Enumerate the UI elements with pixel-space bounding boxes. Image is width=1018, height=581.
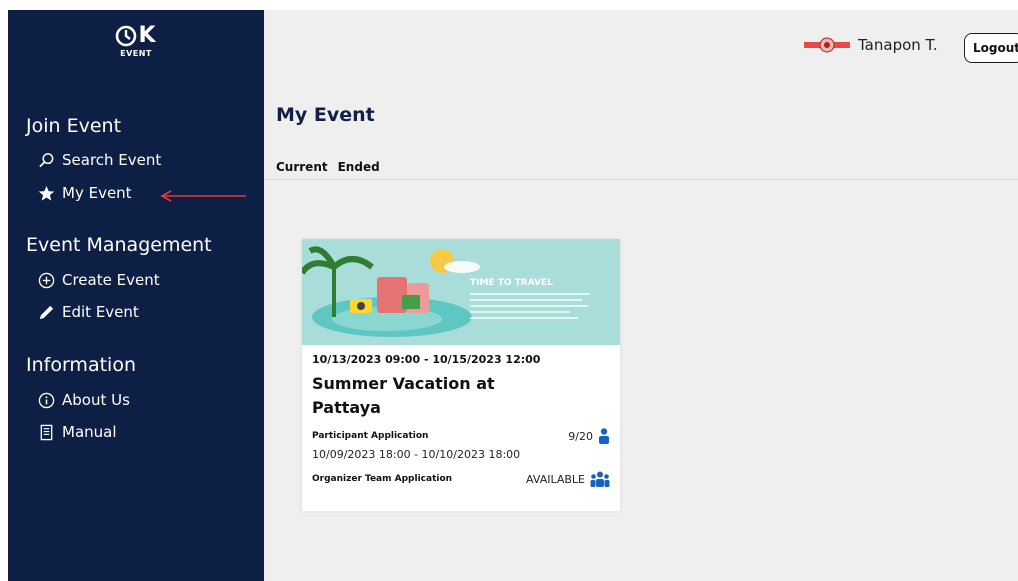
avatar xyxy=(804,37,850,53)
event-title[interactable]: Summer Vacation at Pattaya xyxy=(312,372,522,420)
page-title: My Event xyxy=(276,104,375,126)
star-icon xyxy=(38,185,55,201)
participant-count: 9/20 xyxy=(568,429,593,443)
document-icon xyxy=(40,424,53,440)
clock-logo-icon xyxy=(116,25,137,47)
sidebar-item-my-event[interactable]: My Event xyxy=(38,184,132,202)
main-content: Tanapon T. Logout My Event Current Ended xyxy=(264,10,1018,581)
tab-current[interactable]: Current xyxy=(276,160,328,174)
brand-sub: EVENT xyxy=(120,49,152,58)
sidebar-item-label: Create Event xyxy=(62,271,160,289)
logout-button[interactable]: Logout xyxy=(964,33,1018,63)
sidebar-item-manual[interactable]: Manual xyxy=(38,423,117,441)
brand-logo[interactable]: K EVENT xyxy=(8,24,264,58)
annotation-arrow-icon xyxy=(160,190,246,202)
section-event-management: Event Management xyxy=(26,234,212,256)
plus-circle-icon xyxy=(38,272,55,288)
sidebar-item-create-event[interactable]: Create Event xyxy=(38,271,160,289)
event-dates: 10/13/2023 09:00 - 10/15/2023 12:00 xyxy=(312,353,541,366)
sidebar: K EVENT Join Event Search Event My Event… xyxy=(8,10,264,581)
organizer-status-badge: AVAILABLE xyxy=(526,471,610,487)
participant-dates: 10/09/2023 18:00 - 10/10/2023 18:00 xyxy=(312,448,521,461)
sidebar-item-label: Manual xyxy=(62,423,117,441)
avatar-icon xyxy=(804,37,850,53)
sidebar-item-about-us[interactable]: About Us xyxy=(38,391,130,409)
sidebar-item-label: Search Event xyxy=(62,151,162,169)
section-information: Information xyxy=(26,354,136,376)
tab-ended[interactable]: Ended xyxy=(338,160,380,174)
app-frame: K EVENT Join Event Search Event My Event… xyxy=(8,10,1018,581)
user-name: Tanapon T. xyxy=(858,36,938,54)
organizer-label: Organizer Team Application xyxy=(312,474,453,484)
event-card[interactable]: TIME TO TRAVEL 10/13/2023 09:00 - 10/15/… xyxy=(302,239,620,511)
organizer-status: AVAILABLE xyxy=(526,472,585,486)
sidebar-item-edit-event[interactable]: Edit Event xyxy=(38,303,139,321)
sidebar-item-search-event[interactable]: Search Event xyxy=(38,151,161,169)
user-menu[interactable]: Tanapon T. xyxy=(804,36,938,54)
participant-count-badge: 9/20 xyxy=(568,428,610,444)
tab-divider xyxy=(264,179,1018,180)
pencil-icon xyxy=(39,305,54,319)
participant-label: Participant Application xyxy=(312,431,429,441)
tab-bar: Current Ended xyxy=(276,160,380,174)
section-join-event: Join Event xyxy=(26,115,122,137)
group-icon xyxy=(590,471,610,487)
sidebar-item-label: Edit Event xyxy=(62,303,139,321)
search-icon xyxy=(39,152,54,167)
info-circle-icon xyxy=(38,392,55,408)
sidebar-item-label: About Us xyxy=(62,391,130,409)
person-icon xyxy=(599,428,609,444)
event-banner-image: TIME TO TRAVEL xyxy=(302,239,620,345)
banner-text: TIME TO TRAVEL xyxy=(470,278,553,288)
sidebar-item-label: My Event xyxy=(62,184,132,202)
brand-mark: K xyxy=(138,23,157,48)
